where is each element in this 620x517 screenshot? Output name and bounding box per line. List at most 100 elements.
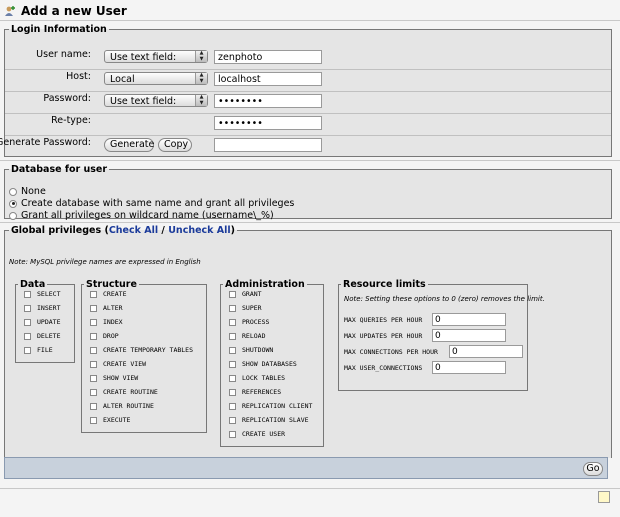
- resource-limit-label: MAX QUERIES PER HOUR: [344, 316, 423, 324]
- privilege-drop[interactable]: DROP: [90, 331, 119, 341]
- privilege-checkbox[interactable]: [90, 332, 97, 340]
- privilege-label: PROCESS: [242, 318, 270, 326]
- privilege-alter-routine[interactable]: ALTER ROUTINE: [90, 401, 154, 411]
- db-option-create-same[interactable]: Create database with same name and grant…: [9, 198, 294, 209]
- privilege-create-temporary-tables[interactable]: CREATE TEMPORARY TABLES: [90, 345, 193, 355]
- uncheck-all-link[interactable]: Uncheck All: [168, 225, 230, 236]
- privilege-delete[interactable]: DELETE: [24, 331, 60, 341]
- privilege-grant[interactable]: GRANT: [229, 289, 262, 299]
- db-option-none[interactable]: None: [9, 186, 46, 197]
- user-name-type-select[interactable]: Use text field: ▲ ▼: [104, 50, 208, 63]
- host-label: Host:: [66, 71, 91, 82]
- privilege-process[interactable]: PROCESS: [229, 317, 269, 327]
- privilege-checkbox[interactable]: [24, 304, 31, 312]
- privilege-label: ALTER ROUTINE: [103, 402, 154, 410]
- generate-password-label: Generate Password:: [0, 137, 91, 148]
- privilege-select[interactable]: SELECT: [24, 289, 60, 299]
- privilege-super[interactable]: SUPER: [229, 303, 262, 313]
- retype-input[interactable]: ••••••••: [214, 116, 322, 130]
- privilege-checkbox[interactable]: [90, 360, 97, 368]
- privilege-replication-slave[interactable]: REPLICATION SLAVE: [229, 415, 309, 425]
- privilege-checkbox[interactable]: [229, 346, 236, 354]
- privilege-create[interactable]: CREATE: [90, 289, 126, 299]
- privilege-checkbox[interactable]: [229, 332, 236, 340]
- privilege-checkbox[interactable]: [229, 304, 236, 312]
- check-all-link[interactable]: Check All: [109, 225, 158, 236]
- db-create-same-label: Create database with same name and grant…: [21, 198, 295, 209]
- privilege-file[interactable]: FILE: [24, 345, 53, 355]
- bottom-divider: [0, 488, 620, 489]
- privilege-show-databases[interactable]: SHOW DATABASES: [229, 359, 297, 369]
- privilege-checkbox[interactable]: [229, 290, 236, 298]
- privilege-label: CREATE ROUTINE: [103, 388, 158, 396]
- resource-limit-input[interactable]: 0: [449, 345, 523, 358]
- privilege-checkbox[interactable]: [229, 374, 236, 382]
- privilege-label: SHOW DATABASES: [242, 360, 297, 368]
- password-input[interactable]: ••••••••: [214, 94, 322, 108]
- privilege-checkbox[interactable]: [90, 374, 97, 382]
- privilege-checkbox[interactable]: [229, 430, 236, 438]
- host-type-select[interactable]: Local ▲ ▼: [104, 72, 208, 85]
- privilege-checkbox[interactable]: [229, 360, 236, 368]
- privilege-checkbox[interactable]: [24, 290, 31, 298]
- generated-password-input[interactable]: [214, 138, 322, 152]
- retype-row: Re-type: ••••••••: [5, 113, 611, 136]
- password-label: Password:: [43, 93, 91, 104]
- privilege-shutdown[interactable]: SHUTDOWN: [229, 345, 273, 355]
- db-none-radio[interactable]: [9, 187, 17, 196]
- privilege-checkbox[interactable]: [229, 388, 236, 396]
- privilege-checkbox[interactable]: [90, 402, 97, 410]
- privilege-alter[interactable]: ALTER: [90, 303, 123, 313]
- login-information-section: Login Information User name: Use text fi…: [0, 24, 612, 157]
- privilege-label: DROP: [103, 332, 119, 340]
- privilege-references[interactable]: REFERENCES: [229, 387, 281, 397]
- privilege-show-view[interactable]: SHOW VIEW: [90, 373, 138, 383]
- db-wildcard-label: Grant all privileges on wildcard name (u…: [21, 210, 274, 221]
- select-arrow-icon: ▲ ▼: [195, 72, 207, 84]
- resource-limit-input[interactable]: 0: [432, 361, 506, 374]
- console-icon[interactable]: [598, 491, 610, 503]
- user-name-input[interactable]: zenphoto: [214, 50, 322, 64]
- generate-button[interactable]: Generate: [104, 138, 154, 152]
- privilege-lock-tables[interactable]: LOCK TABLES: [229, 373, 285, 383]
- privilege-index[interactable]: INDEX: [90, 317, 123, 327]
- resource-limit-input[interactable]: 0: [432, 329, 506, 342]
- privilege-replication-client[interactable]: REPLICATION CLIENT: [229, 401, 312, 411]
- db-wildcard-radio[interactable]: [9, 211, 17, 220]
- privilege-checkbox[interactable]: [229, 402, 236, 410]
- privilege-checkbox[interactable]: [90, 290, 97, 298]
- host-input[interactable]: localhost: [214, 72, 322, 86]
- privilege-create-view[interactable]: CREATE VIEW: [90, 359, 146, 369]
- privilege-insert[interactable]: INSERT: [24, 303, 60, 313]
- privilege-create-routine[interactable]: CREATE ROUTINE: [90, 387, 158, 397]
- privilege-create-user[interactable]: CREATE USER: [229, 429, 285, 439]
- password-type-select[interactable]: Use text field: ▲ ▼: [104, 94, 208, 107]
- resource-limit-row: MAX UPDATES PER HOUR 0: [344, 329, 544, 343]
- go-button[interactable]: Go: [583, 462, 603, 476]
- privilege-checkbox[interactable]: [90, 388, 97, 396]
- privilege-checkbox[interactable]: [24, 332, 31, 340]
- privilege-checkbox[interactable]: [90, 416, 97, 424]
- privilege-label: REFERENCES: [242, 388, 282, 396]
- privilege-checkbox[interactable]: [229, 416, 236, 424]
- select-arrow-icon: ▲ ▼: [195, 94, 207, 106]
- privilege-label: LOCK TABLES: [242, 374, 286, 382]
- privilege-checkbox[interactable]: [90, 304, 97, 312]
- privilege-checkbox[interactable]: [90, 318, 97, 326]
- privilege-checkbox[interactable]: [229, 318, 236, 326]
- privilege-checkbox[interactable]: [24, 346, 31, 354]
- privilege-checkbox[interactable]: [90, 346, 97, 354]
- privilege-reload[interactable]: RELOAD: [229, 331, 265, 341]
- privilege-label: SHOW VIEW: [103, 374, 139, 382]
- privilege-checkbox[interactable]: [24, 318, 31, 326]
- resource-limit-input[interactable]: 0: [432, 313, 506, 326]
- privilege-label: CREATE: [103, 290, 127, 298]
- privilege-label: RELOAD: [242, 332, 266, 340]
- privilege-update[interactable]: UPDATE: [24, 317, 60, 327]
- db-option-wildcard[interactable]: Grant all privileges on wildcard name (u…: [9, 210, 274, 221]
- db-create-same-radio[interactable]: [9, 199, 17, 208]
- title-divider: [0, 20, 620, 21]
- copy-button[interactable]: Copy: [158, 138, 192, 152]
- privilege-label: SELECT: [37, 290, 61, 298]
- privilege-execute[interactable]: EXECUTE: [90, 415, 130, 425]
